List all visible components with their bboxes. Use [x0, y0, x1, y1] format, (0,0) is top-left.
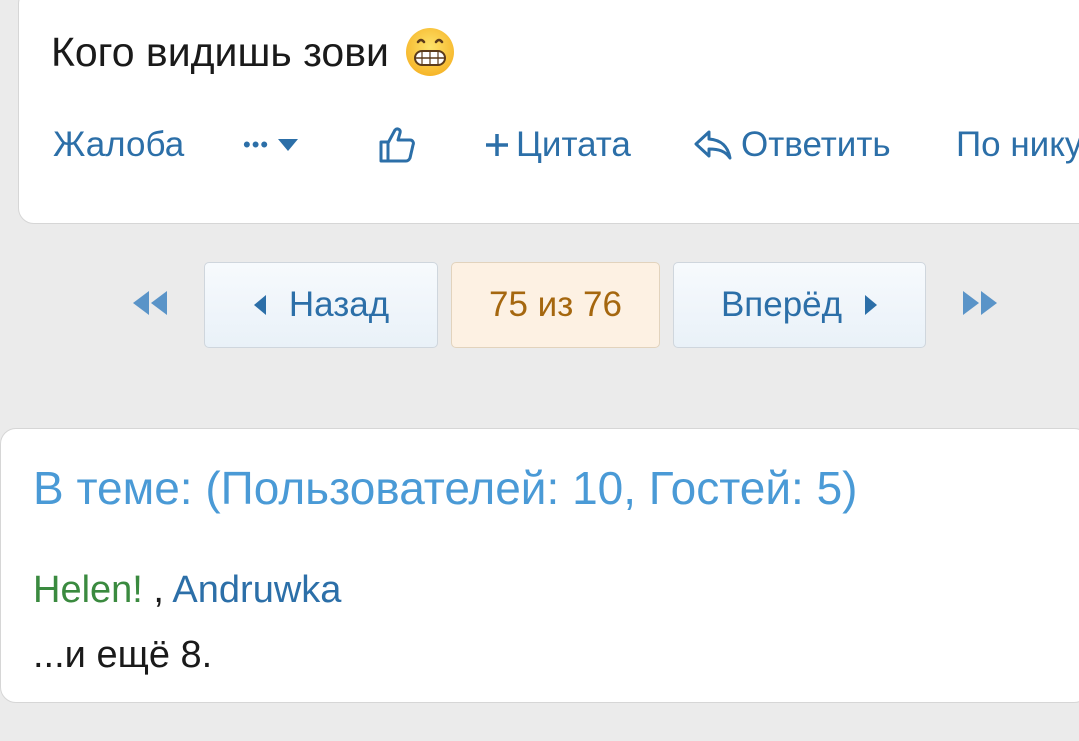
double-chevron-left-icon [130, 291, 170, 325]
prev-page-button[interactable]: Назад [204, 262, 438, 348]
post-card: Кого видишь зови Жалоба ••• Цитата Ответ… [18, 0, 1079, 224]
user-separator: , [142, 569, 173, 611]
reply-button[interactable]: Ответить [693, 125, 891, 165]
caret-left-icon [253, 285, 267, 325]
prev-page-label: Назад [288, 285, 390, 324]
quote-label: Цитата [516, 125, 631, 164]
report-label: Жалоба [53, 125, 185, 164]
first-page-button[interactable] [130, 285, 170, 326]
thumbs-up-icon [378, 126, 416, 164]
double-chevron-right-icon [960, 291, 1000, 325]
more-users-text: ...и ещё 8. [33, 634, 213, 676]
more-dots-icon: ••• [243, 132, 270, 157]
user-link-andruwka[interactable]: Andruwka [172, 569, 341, 611]
post-text: Кого видишь зови [51, 27, 455, 77]
reply-label: Ответить [741, 125, 891, 164]
user-link-helen[interactable]: Helen! [33, 569, 143, 611]
online-title[interactable]: В теме: (Пользователей: 10, Гостей: 5) [33, 461, 858, 515]
grinning-face-emoji-icon [405, 27, 455, 77]
online-users-card: В теме: (Пользователей: 10, Гостей: 5) H… [0, 428, 1079, 703]
like-button[interactable] [378, 125, 416, 165]
plus-icon [484, 132, 510, 158]
by-nick-button[interactable]: По нику [956, 125, 1079, 165]
current-page-label: 75 из 76 [489, 285, 622, 324]
online-users-list: Helen! , Andruwka [33, 569, 341, 612]
by-nick-label: По нику [956, 125, 1079, 164]
more-menu-button[interactable]: ••• [243, 125, 299, 165]
reply-arrow-icon [693, 128, 733, 162]
next-page-label: Вперёд [720, 285, 843, 324]
report-button[interactable]: Жалоба [53, 125, 184, 165]
post-message: Кого видишь зови [51, 28, 389, 75]
caret-right-icon [864, 285, 878, 325]
quote-button[interactable]: Цитата [484, 125, 631, 165]
chevron-down-icon [277, 138, 299, 152]
next-page-button[interactable]: Вперёд [673, 262, 926, 348]
last-page-button[interactable] [960, 285, 1000, 326]
current-page-indicator: 75 из 76 [451, 262, 660, 348]
